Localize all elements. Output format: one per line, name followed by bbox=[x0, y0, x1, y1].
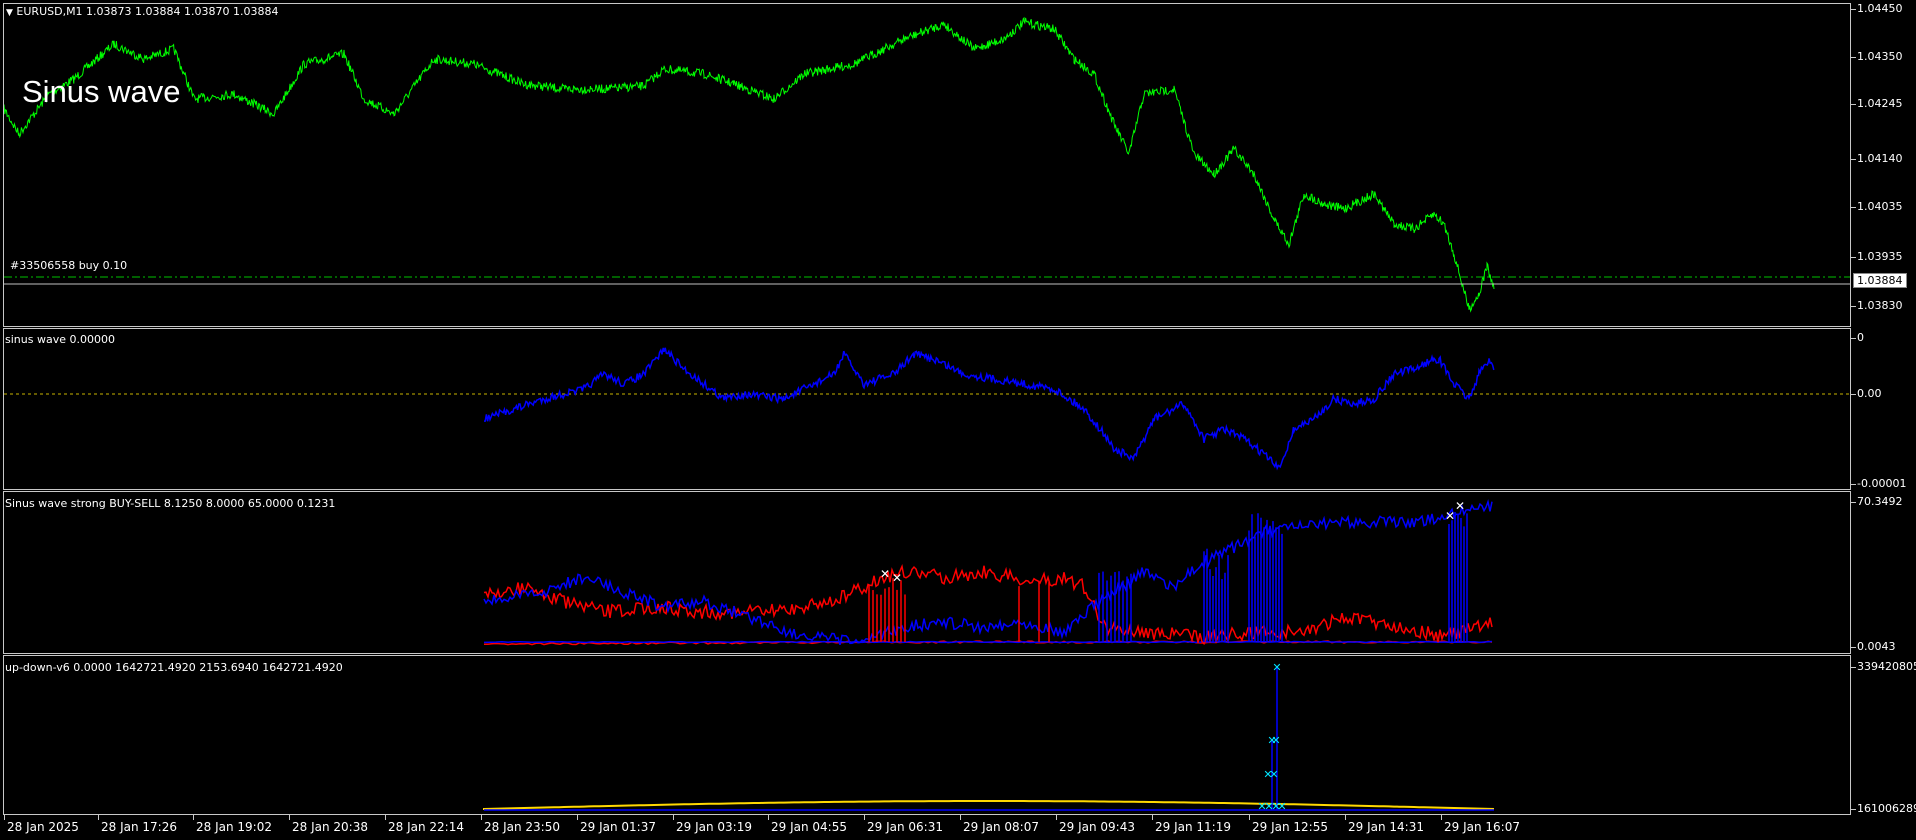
price-label: 0.00 bbox=[1857, 387, 1882, 400]
time-label: 28 Jan 17:26 bbox=[101, 820, 177, 834]
time-tick bbox=[1152, 815, 1153, 820]
axis-tick bbox=[1851, 257, 1856, 258]
time-tick bbox=[960, 815, 961, 820]
time-tick bbox=[673, 815, 674, 820]
time-label: 29 Jan 14:31 bbox=[1348, 820, 1424, 834]
overlay-label: Sinus wave bbox=[22, 74, 181, 109]
time-tick bbox=[1345, 815, 1346, 820]
signal-x-marker: ✕ bbox=[880, 567, 890, 581]
sinus-wave-title: sinus wave 0.00000 bbox=[5, 333, 115, 346]
up-down-pane[interactable]: ✕ ✕ ✕ ✕ ✕ ✕ ✕ ✕ ✕ bbox=[3, 655, 1851, 815]
signal-x-marker: ✕ bbox=[1445, 509, 1455, 523]
price-chart-svg bbox=[4, 16, 1850, 313]
symbol-title: ▼ EURUSD,M1 1.03873 1.03884 1.03870 1.03… bbox=[6, 5, 279, 18]
buy-baseline-line bbox=[483, 640, 1493, 644]
price-label: 1.03830 bbox=[1857, 299, 1903, 312]
price-label: 0.0043 bbox=[1857, 640, 1896, 653]
time-label: 29 Jan 12:55 bbox=[1252, 820, 1328, 834]
time-label: 28 Jan 20:38 bbox=[292, 820, 368, 834]
price-label: 1610062895 bbox=[1857, 802, 1916, 815]
axis-tick bbox=[1851, 484, 1856, 485]
time-label: 29 Jan 11:19 bbox=[1155, 820, 1231, 834]
cyan-x-marker: ✕ bbox=[1272, 661, 1281, 674]
sinus-wave-svg bbox=[4, 347, 1850, 471]
cyan-x-marker: ✕ bbox=[1271, 734, 1280, 747]
axis-tick bbox=[1851, 104, 1856, 105]
buy-sell-svg: ✕ ✕✕✕ bbox=[483, 499, 1493, 646]
triangle-down-icon[interactable]: ▼ bbox=[6, 8, 13, 18]
price-line bbox=[4, 16, 1495, 313]
time-tick bbox=[193, 815, 194, 820]
time-tick bbox=[289, 815, 290, 820]
time-tick bbox=[1441, 815, 1442, 820]
buy-sell-title: Sinus wave strong BUY-SELL 8.1250 8.0000… bbox=[5, 497, 336, 510]
axis-tick bbox=[1851, 207, 1856, 208]
price-label: 1.04450 bbox=[1857, 2, 1903, 15]
time-tick bbox=[864, 815, 865, 820]
time-label: 28 Jan 23:50 bbox=[484, 820, 560, 834]
time-tick bbox=[4, 815, 5, 820]
axis-tick bbox=[1851, 809, 1856, 810]
signal-x-marker: ✕ bbox=[892, 571, 902, 585]
axis-tick bbox=[1851, 647, 1856, 648]
axis-tick bbox=[1851, 159, 1856, 160]
time-tick bbox=[98, 815, 99, 820]
time-label: 29 Jan 08:07 bbox=[963, 820, 1039, 834]
up-down-title: up-down-v6 0.0000 1642721.4920 2153.6940… bbox=[5, 661, 343, 674]
time-tick bbox=[768, 815, 769, 820]
time-label: 29 Jan 03:19 bbox=[676, 820, 752, 834]
time-label: 29 Jan 01:37 bbox=[580, 820, 656, 834]
price-label: 70.3492 bbox=[1857, 495, 1903, 508]
price-label: 1.03935 bbox=[1857, 250, 1903, 263]
buy-sell-pane[interactable]: ✕ ✕ ✕ ✕ bbox=[3, 491, 1851, 654]
time-label: 29 Jan 06:31 bbox=[867, 820, 943, 834]
price-label: 1.04035 bbox=[1857, 200, 1903, 213]
time-label: 28 Jan 2025 bbox=[7, 820, 79, 834]
axis-tick bbox=[1851, 306, 1856, 307]
time-tick bbox=[481, 815, 482, 820]
axis-tick bbox=[1851, 394, 1856, 395]
price-label: 1.04140 bbox=[1857, 152, 1903, 165]
symbol-ohlc-text: EURUSD,M1 1.03873 1.03884 1.03870 1.0388… bbox=[16, 5, 279, 18]
up-down-svg: ✕✕✕✕✕✕✕✕✕ bbox=[483, 661, 1495, 813]
time-label: 28 Jan 19:02 bbox=[196, 820, 272, 834]
signal-x-marker: ✕ bbox=[1455, 499, 1465, 513]
time-label: 29 Jan 04:55 bbox=[771, 820, 847, 834]
time-tick bbox=[385, 815, 386, 820]
axis-tick bbox=[1851, 502, 1856, 503]
time-tick bbox=[1249, 815, 1250, 820]
axis-tick bbox=[1851, 57, 1856, 58]
axis-tick bbox=[1851, 338, 1856, 339]
price-label: 339420805 bbox=[1857, 660, 1916, 673]
time-label: 29 Jan 16:07 bbox=[1444, 820, 1520, 834]
time-tick bbox=[577, 815, 578, 820]
price-label: 1.04245 bbox=[1857, 97, 1903, 110]
time-label: 28 Jan 22:14 bbox=[388, 820, 464, 834]
baseline-curve bbox=[483, 800, 1495, 811]
cyan-x-marker: ✕ bbox=[1269, 768, 1278, 781]
sinus-wave-line bbox=[484, 347, 1495, 471]
axis-tick bbox=[1851, 9, 1856, 10]
cyan-x-marker: ✕ bbox=[1277, 800, 1286, 813]
time-label: 29 Jan 09:43 bbox=[1059, 820, 1135, 834]
main-chart-pane[interactable] bbox=[3, 3, 1851, 327]
price-label: 1.04350 bbox=[1857, 50, 1903, 63]
price-label: -0.00001 bbox=[1857, 477, 1907, 490]
price-label: 0 bbox=[1857, 331, 1864, 344]
order-line-label[interactable]: #33506558 buy 0.10 bbox=[10, 259, 127, 272]
time-tick bbox=[1056, 815, 1057, 820]
current-price-box: 1.03884 bbox=[1853, 273, 1907, 288]
axis-tick bbox=[1851, 667, 1856, 668]
sinus-wave-pane[interactable] bbox=[3, 328, 1851, 490]
